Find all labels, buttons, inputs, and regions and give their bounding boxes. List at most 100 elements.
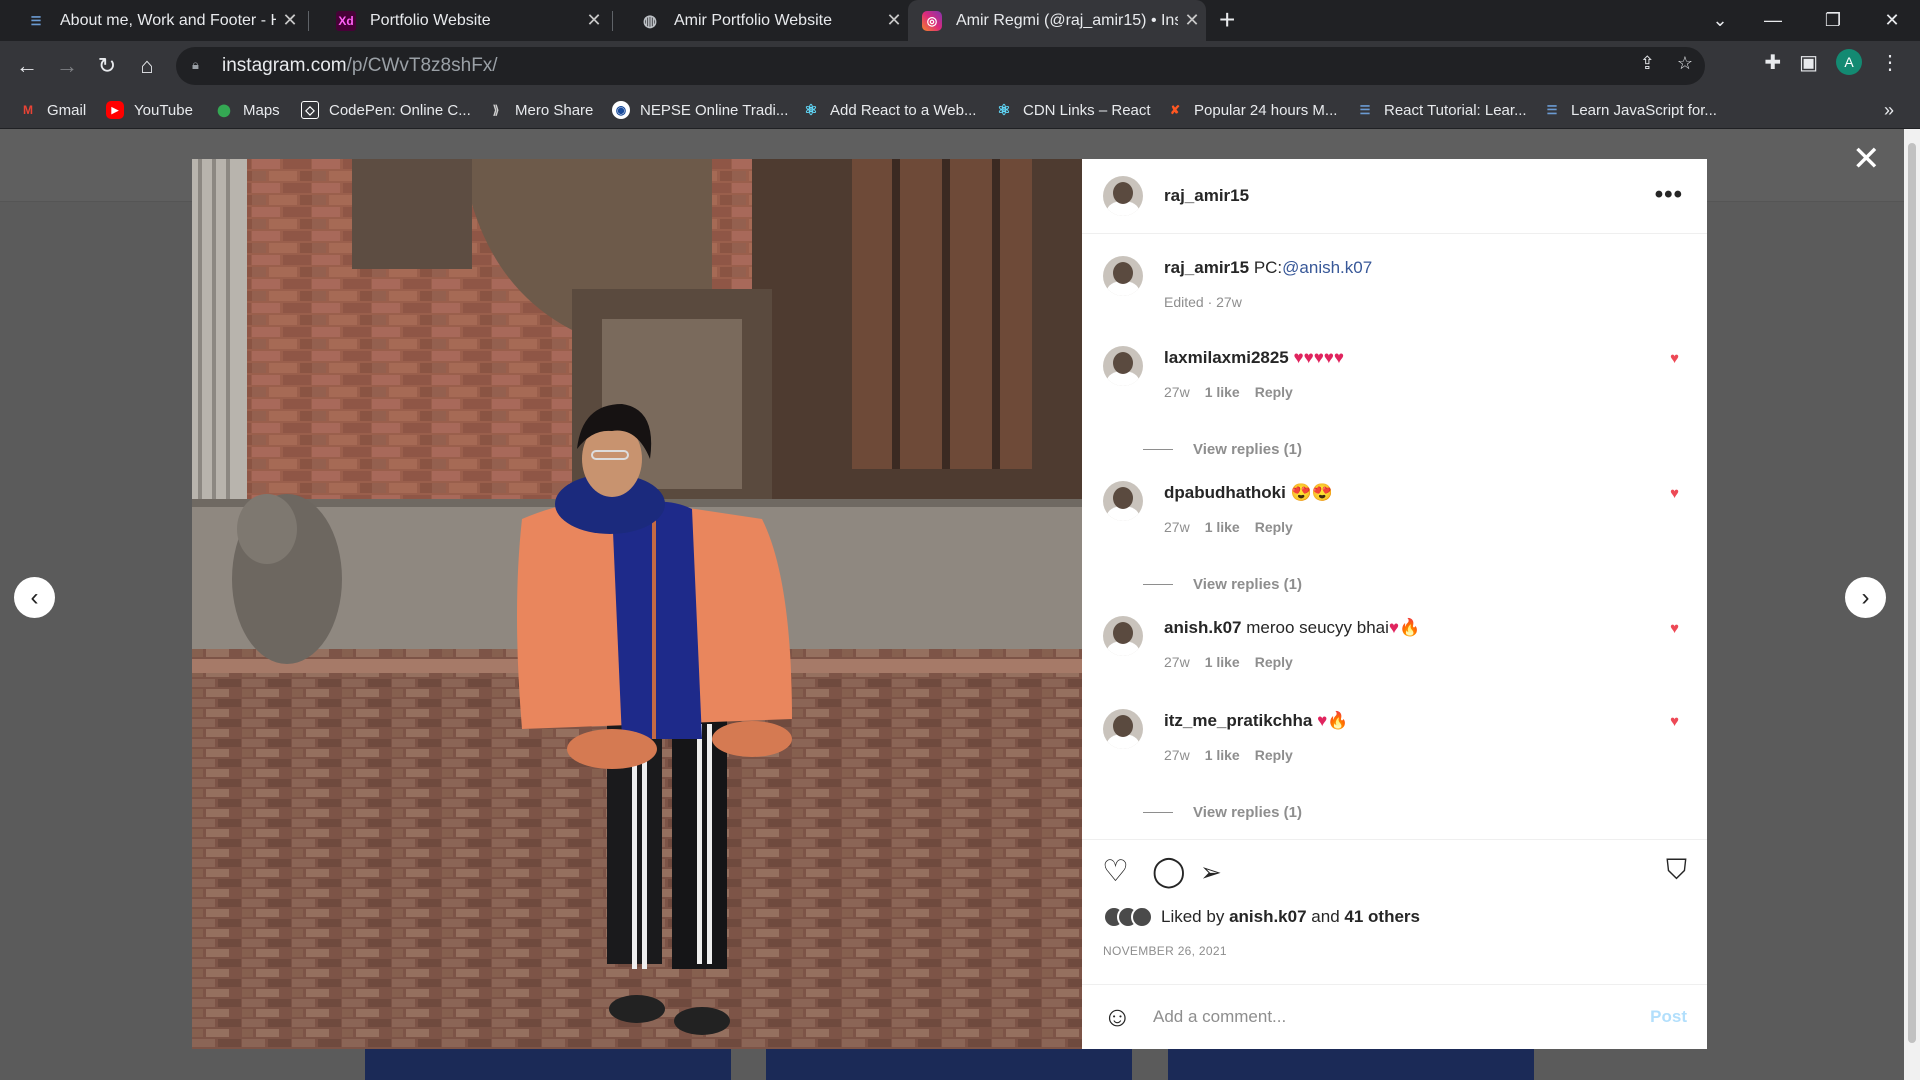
comment-age[interactable]: 27w — [1164, 519, 1190, 535]
forward-button[interactable]: → — [50, 49, 84, 83]
caption-mention-link[interactable]: @anish.k07 — [1282, 258, 1372, 277]
bookmark-mero-share[interactable]: ⟫ Mero Share — [487, 91, 594, 129]
gmail-icon: M — [23, 103, 33, 117]
comment-likes[interactable]: 1 like — [1205, 747, 1240, 763]
bookmarks-overflow[interactable]: » — [1884, 91, 1894, 129]
menu-kebab-icon[interactable]: ⋮ — [1880, 50, 1900, 75]
save-bookmark-icon[interactable]: ⛉ — [1666, 854, 1687, 887]
address-bar[interactable]: 🔒︎ instagram.com/p/CWvT8z8shFx/ ⇪ ☆ — [176, 47, 1705, 85]
close-window-button[interactable]: ✕ — [1862, 0, 1920, 41]
scrollbar-thumb[interactable] — [1908, 143, 1916, 1043]
xd-icon: Xd — [336, 10, 356, 31]
caption-text: PC: — [1253, 258, 1283, 277]
tab-portfolio-website[interactable]: Xd Portfolio Website ✕ — [310, 0, 608, 41]
comment-likes[interactable]: 1 like — [1205, 519, 1240, 535]
next-post-button[interactable]: › — [1845, 577, 1886, 618]
profile-avatar[interactable]: A — [1836, 49, 1862, 75]
comment-input[interactable]: Add a comment... — [1153, 1007, 1650, 1027]
avatar[interactable] — [1103, 616, 1143, 656]
more-options-icon[interactable]: ••• — [1655, 181, 1683, 209]
post-author-username[interactable]: raj_amir15 — [1164, 186, 1249, 206]
close-tab-icon[interactable]: ✕ — [880, 10, 908, 31]
comment-bubble-icon[interactable]: ◯ — [1152, 854, 1186, 889]
reload-button[interactable]: ↻ — [90, 49, 124, 83]
tab-amir-portfolio[interactable]: ◍ Amir Portfolio Website ✕ — [614, 0, 908, 41]
bookmark-cdn-links[interactable]: ⚛ CDN Links – React — [995, 91, 1150, 129]
comment-liked-heart-icon[interactable]: ♥ — [1670, 713, 1679, 730]
view-replies-button[interactable]: View replies (1) — [1143, 804, 1302, 821]
url-domain: instagram.com — [222, 55, 347, 76]
liked-by-others[interactable]: 41 others — [1344, 907, 1420, 927]
bookmark-popular[interactable]: ✘ Popular 24 hours M... — [1166, 91, 1337, 129]
bookmark-maps[interactable]: ⬤ Maps — [215, 91, 280, 129]
side-panel-icon[interactable]: ▣ — [1799, 50, 1818, 75]
tab-about-me[interactable]: ☰ About me, Work and Footer - HTML ✕ — [0, 0, 304, 41]
post-comment-button[interactable]: Post — [1650, 1007, 1687, 1027]
caption-username[interactable]: raj_amir15 — [1164, 258, 1249, 277]
comment-liked-heart-icon[interactable]: ♥ — [1670, 350, 1679, 367]
tab-instagram[interactable]: ◎ Amir Regmi (@raj_amir15) • Instagram ✕ — [908, 0, 1206, 41]
bookmark-react-tutorial[interactable]: ☰ React Tutorial: Lear... — [1356, 91, 1527, 129]
close-tab-icon[interactable]: ✕ — [1178, 10, 1206, 31]
avatar[interactable] — [1103, 346, 1143, 386]
comment-age[interactable]: 27w — [1164, 384, 1190, 400]
emoji-smile-icon[interactable]: ☺ — [1103, 1001, 1137, 1033]
bookmark-label: Maps — [243, 101, 280, 119]
like-heart-icon[interactable]: ♡ — [1102, 854, 1129, 889]
tab-search-icon[interactable]: ⌄ — [1690, 0, 1750, 41]
bookmark-codepen[interactable]: ◇ CodePen: Online C... — [301, 91, 471, 129]
post-photo[interactable] — [192, 159, 1082, 1049]
avatar[interactable] — [1103, 256, 1143, 296]
post-date[interactable]: NOVEMBER 26, 2021 — [1103, 944, 1227, 958]
bookmark-add-react[interactable]: ⚛ Add React to a Web... — [802, 91, 976, 129]
comment-username[interactable]: dpabudhathoki — [1164, 483, 1286, 502]
reply-button[interactable]: Reply — [1255, 519, 1293, 535]
comment-username[interactable]: itz_me_pratikchha — [1164, 711, 1312, 730]
share-icon[interactable]: ⇪ — [1640, 53, 1655, 74]
comment-likes[interactable]: 1 like — [1205, 384, 1240, 400]
star-bookmark-icon[interactable]: ☆ — [1677, 53, 1693, 74]
close-post-icon[interactable]: ✕ — [1852, 142, 1881, 176]
bookmark-gmail[interactable]: M Gmail — [19, 91, 86, 129]
bookmark-label: NEPSE Online Tradi... — [640, 101, 789, 119]
liked-by-prefix: Liked by — [1161, 907, 1225, 926]
share-paper-plane-icon[interactable]: ➢ — [1200, 857, 1222, 888]
avatar[interactable] — [1103, 481, 1143, 521]
new-tab-button[interactable]: + — [1219, 4, 1235, 36]
view-replies-label: View replies (1) — [1193, 804, 1302, 821]
close-tab-icon[interactable]: ✕ — [276, 10, 304, 31]
bookmark-label: CodePen: Online C... — [329, 101, 471, 119]
bookmark-learn-js[interactable]: ☰ Learn JavaScript for... — [1543, 91, 1717, 129]
view-replies-button[interactable]: View replies (1) — [1143, 441, 1302, 458]
comment-age[interactable]: 27w — [1164, 654, 1190, 670]
back-button[interactable]: ← — [10, 49, 44, 83]
tab-strip: ☰ About me, Work and Footer - HTML ✕ Xd … — [0, 0, 1920, 41]
avatar[interactable] — [1103, 176, 1143, 216]
restore-button[interactable]: ❐ — [1803, 0, 1863, 41]
reply-button[interactable]: Reply — [1255, 747, 1293, 763]
close-tab-icon[interactable]: ✕ — [580, 10, 608, 31]
tab-title: Amir Portfolio Website — [674, 11, 832, 29]
comments-list[interactable]: raj_amir15 PC:@anish.k07 Edited · 27w la… — [1082, 235, 1707, 839]
home-button[interactable]: ⌂ — [130, 49, 164, 83]
comment-likes[interactable]: 1 like — [1205, 654, 1240, 670]
liked-by-user[interactable]: anish.k07 — [1229, 907, 1307, 927]
reply-button[interactable]: Reply — [1255, 384, 1293, 400]
comment-username[interactable]: anish.k07 — [1164, 618, 1242, 637]
maps-pin-icon: ⬤ — [217, 103, 231, 117]
comment-liked-heart-icon[interactable]: ♥ — [1670, 620, 1679, 637]
view-replies-button[interactable]: View replies (1) — [1143, 576, 1302, 593]
x-brand-icon: ✘ — [1169, 103, 1181, 117]
bookmark-nepse[interactable]: ◉ NEPSE Online Tradi... — [612, 91, 788, 129]
bookmark-youtube[interactable]: ▶ YouTube — [106, 91, 193, 129]
bookmark-label: Mero Share — [515, 101, 594, 119]
avatar[interactable] — [1103, 709, 1143, 749]
comment-age[interactable]: 27w — [1164, 747, 1190, 763]
reply-button[interactable]: Reply — [1255, 654, 1293, 670]
extensions-puzzle-icon[interactable]: ✚ — [1764, 50, 1781, 75]
previous-post-button[interactable]: ‹ — [14, 577, 55, 618]
comment-username[interactable]: laxmilaxmi2825 — [1164, 348, 1289, 367]
comment-liked-heart-icon[interactable]: ♥ — [1670, 485, 1679, 502]
page-scrollbar[interactable] — [1904, 129, 1920, 1080]
minimize-button[interactable]: — — [1743, 0, 1803, 41]
